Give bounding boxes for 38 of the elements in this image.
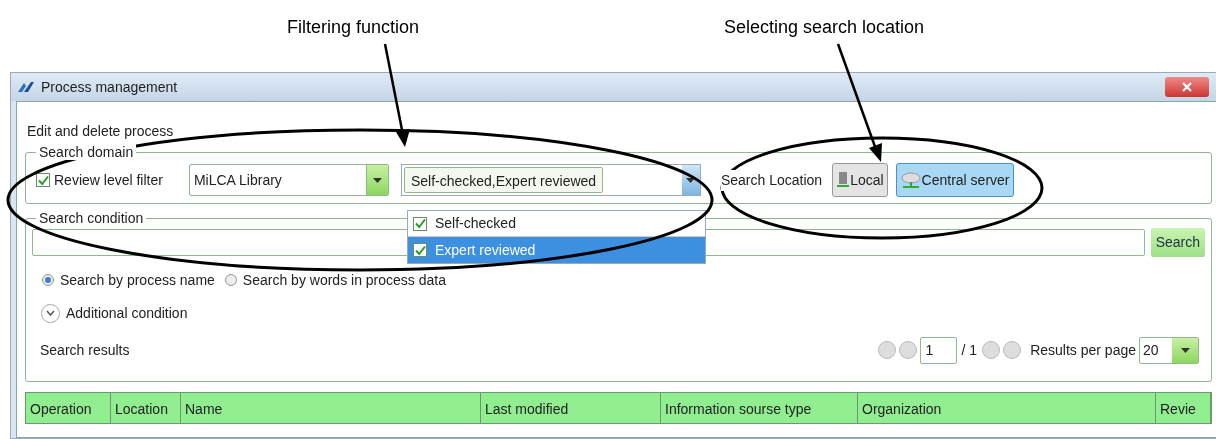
column-header[interactable]: Location: [111, 393, 181, 423]
per-page-label: Results per page: [1030, 340, 1136, 360]
column-header[interactable]: Name: [181, 393, 481, 423]
annotation-label: Filtering function: [287, 16, 420, 39]
results-label: Search results: [40, 340, 130, 360]
window-title: Process management: [41, 77, 178, 97]
search-button[interactable]: Search: [1150, 228, 1205, 257]
additional-condition-label[interactable]: Additional condition: [66, 302, 188, 324]
location-label: Search Location: [720, 169, 823, 191]
checkbox[interactable]: [413, 216, 427, 231]
close-button[interactable]: [1165, 77, 1209, 97]
checkbox-label: Review level filter: [54, 170, 163, 190]
page-count: / 1: [961, 340, 978, 360]
checkbox[interactable]: [413, 243, 427, 257]
app-logo-icon: [17, 80, 35, 94]
cloud-network-icon: [899, 171, 922, 189]
section-title: Edit and delete process: [27, 122, 175, 140]
library-dropdown[interactable]: MiLCA Library: [188, 164, 389, 196]
page-field[interactable]: 1: [919, 336, 957, 364]
per-page-dropdown[interactable]: 20: [1139, 336, 1199, 364]
column-header[interactable]: Information sourse type: [661, 393, 858, 423]
column-header[interactable]: Last modified: [481, 393, 661, 423]
selected-levels-tag: Self-checked,Expert reviewed: [403, 167, 604, 193]
annotation-label: Selecting search location: [724, 16, 925, 39]
column-header[interactable]: Operation: [26, 393, 111, 423]
computer-icon: [836, 171, 851, 189]
column-header[interactable]: Organization: [858, 393, 1156, 423]
radio-button[interactable]: [224, 274, 237, 286]
radio-label: Search by process name: [60, 270, 215, 290]
checkbox[interactable]: [36, 173, 50, 187]
group-legend: Search domain: [36, 144, 137, 160]
close-icon: [1182, 82, 1192, 92]
location-toggle[interactable]: Local: [832, 163, 888, 197]
location-toggle[interactable]: Central server: [895, 163, 1014, 197]
radio-label: Search by words in process data: [242, 270, 446, 290]
review-level-dropdown[interactable]: Self-checked,Expert reviewed: [400, 164, 701, 196]
column-header[interactable]: Revie: [1156, 393, 1211, 423]
radio-button[interactable]: [42, 274, 54, 286]
